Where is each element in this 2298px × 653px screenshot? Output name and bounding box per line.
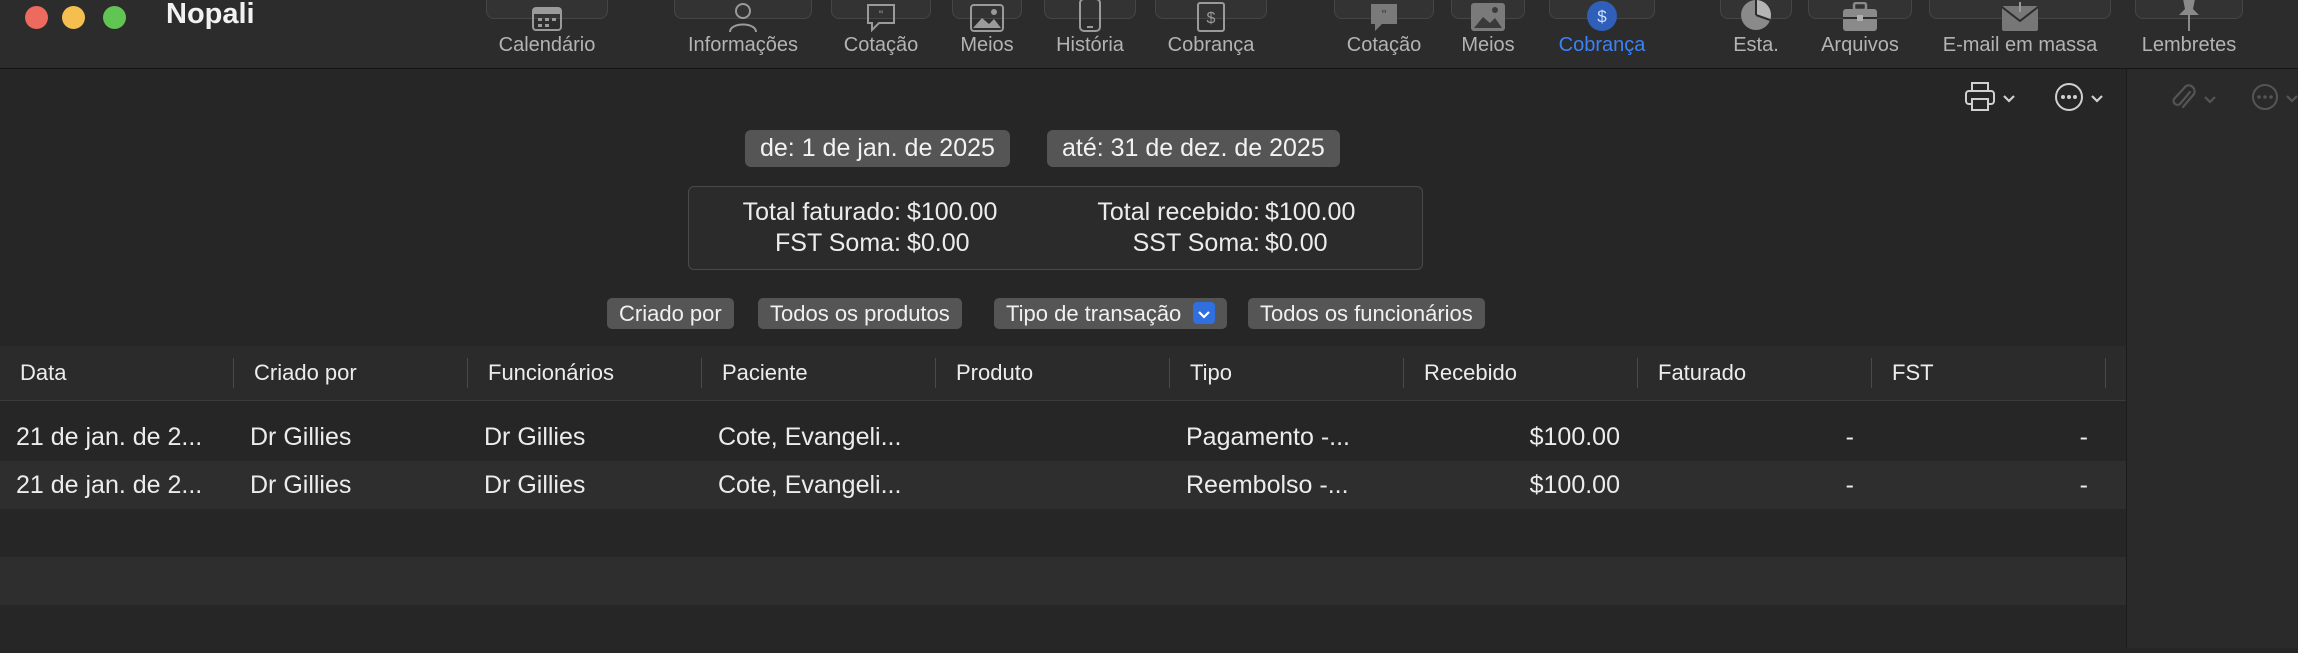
billed-value: $100.00: [907, 198, 998, 226]
column-header-fst[interactable]: FST: [1872, 346, 2105, 400]
chevron-down-icon: [1193, 302, 1216, 325]
pin-icon: [2177, 0, 2201, 32]
zoom-window-button[interactable]: [103, 6, 126, 29]
envelope-icon: [2001, 0, 2039, 32]
pie-chart-icon: [1739, 0, 1773, 32]
cell-recebido: $100.00: [1529, 471, 1620, 499]
cell-tipo: Pagamento -...: [1186, 423, 1350, 451]
chevron-down-icon: [2203, 92, 2217, 110]
column-header-recebido[interactable]: Recebido: [1404, 346, 1637, 400]
cell-recebido: $100.00: [1529, 423, 1620, 451]
cell-funcionarios: Dr Gillies: [484, 423, 586, 451]
received-value: $100.00: [1265, 198, 1356, 226]
printer-icon: [1964, 82, 1996, 117]
sst-label: SST Soma:: [1132, 229, 1260, 257]
date-to-button[interactable]: até: 31 de dez. de 2025: [1047, 130, 1340, 167]
products-filter[interactable]: Todos os produtos: [758, 298, 962, 329]
chevron-down-icon: [2285, 91, 2298, 109]
table-row[interactable]: 21 de jan. de 2... Dr Gillies Dr Gillies…: [0, 461, 2126, 509]
svg-text:$: $: [1207, 10, 1216, 27]
fst-label: FST Soma:: [775, 229, 901, 257]
cell-tipo: Reembolso -...: [1186, 471, 1349, 499]
dollar-icon: $: [1586, 0, 1618, 32]
toolbar-email-em-massa[interactable]: E-mail em massa: [1929, 0, 2111, 60]
side-more-button[interactable]: [2251, 83, 2298, 116]
toolbar-cotacao-2[interactable]: " Cotação: [1334, 0, 1434, 60]
column-header-criado-por[interactable]: Criado por: [234, 346, 467, 400]
chevron-down-icon: [2002, 91, 2016, 109]
toolbar-calendario[interactable]: Calendário: [486, 0, 608, 60]
column-header-funcionarios[interactable]: Funcionários: [468, 346, 701, 400]
cell-criado-por: Dr Gillies: [250, 471, 352, 499]
svg-text:": ": [879, 8, 883, 22]
billed-label: Total faturado:: [742, 198, 901, 226]
briefcase-icon: [1842, 0, 1878, 32]
paperclip-icon: [2171, 83, 2197, 118]
employees-filter[interactable]: Todos os funcionários: [1248, 298, 1485, 329]
invoice-icon: $: [1197, 0, 1225, 32]
close-window-button[interactable]: [25, 6, 48, 29]
cell-faturado: -: [1845, 471, 1854, 499]
transaction-type-label: Tipo de transação: [1006, 301, 1182, 326]
speech-bubble-icon: ": [1368, 0, 1400, 32]
toolbar-arquivos[interactable]: Arquivos: [1808, 0, 1912, 60]
column-header-tipo[interactable]: Tipo: [1170, 346, 1403, 400]
table-row[interactable]: 21 de jan. de 2... Dr Gillies Dr Gillies…: [0, 413, 2126, 461]
cell-faturado: -: [1845, 423, 1854, 451]
column-header-faturado[interactable]: Faturado: [1638, 346, 1871, 400]
fst-value: $0.00: [907, 229, 970, 257]
person-icon: [728, 0, 758, 32]
toolbar-estatisticas[interactable]: Esta.: [1720, 0, 1792, 60]
date-from-button[interactable]: de: 1 de jan. de 2025: [745, 130, 1010, 167]
speech-bubble-icon: ": [865, 0, 897, 32]
more-actions-button[interactable]: [2054, 82, 2104, 117]
summary-box: Total faturado: $100.00 FST Soma: $0.00 …: [688, 186, 1423, 270]
toolbar-informacoes[interactable]: Informações: [674, 0, 812, 60]
toolbar-cobranca[interactable]: $ Cobrança: [1155, 0, 1267, 60]
toolbar: Nopali Calendário Informações " Cotação …: [0, 0, 2298, 69]
toolbar-lembretes[interactable]: Lembretes: [2135, 0, 2243, 60]
cell-fst: -: [2079, 423, 2088, 451]
column-header-paciente[interactable]: Paciente: [702, 346, 935, 400]
print-menu-button[interactable]: [1964, 82, 2016, 117]
chevron-down-icon: [2090, 91, 2104, 109]
svg-text:$: $: [1597, 7, 1607, 26]
empty-row: [0, 557, 2126, 605]
svg-text:": ": [1382, 7, 1387, 22]
transaction-type-select[interactable]: Tipo de transação: [994, 298, 1228, 329]
attach-menu-button[interactable]: [2171, 83, 2217, 118]
calendar-icon: [532, 0, 562, 32]
cell-criado-por: Dr Gillies: [250, 423, 352, 451]
toolbar-meios-2[interactable]: Meios: [1451, 0, 1525, 60]
app-title: Nopali: [166, 0, 255, 30]
ellipsis-circle-icon: [2251, 83, 2279, 116]
empty-row: [0, 509, 2126, 557]
side-panel: [2126, 69, 2298, 648]
cell-funcionarios: Dr Gillies: [484, 471, 586, 499]
cell-paciente: Cote, Evangeli...: [718, 471, 902, 499]
column-header-produto[interactable]: Produto: [936, 346, 1169, 400]
column-header-data[interactable]: Data: [0, 346, 233, 400]
cell-paciente: Cote, Evangeli...: [718, 423, 902, 451]
created-by-filter[interactable]: Criado por: [607, 298, 734, 329]
cell-data: 21 de jan. de 2...: [16, 471, 203, 499]
toolbar-meios[interactable]: Meios: [952, 0, 1022, 60]
empty-row: [0, 605, 2126, 653]
ellipsis-circle-icon: [2054, 82, 2084, 117]
cell-fst: -: [2079, 471, 2088, 499]
toolbar-cobranca-active[interactable]: $ Cobrança: [1549, 0, 1655, 60]
photo-icon: [970, 0, 1004, 32]
sst-value: $0.00: [1265, 229, 1328, 257]
cell-data: 21 de jan. de 2...: [16, 423, 203, 451]
phone-icon: [1079, 0, 1101, 32]
toolbar-historia[interactable]: História: [1044, 0, 1136, 60]
toolbar-cotacao[interactable]: " Cotação: [831, 0, 931, 60]
photo-icon: [1470, 0, 1506, 32]
minimize-window-button[interactable]: [62, 6, 85, 29]
table-header: Data Criado por Funcionários Paciente Pr…: [0, 346, 2126, 401]
received-label: Total recebido:: [1097, 198, 1260, 226]
